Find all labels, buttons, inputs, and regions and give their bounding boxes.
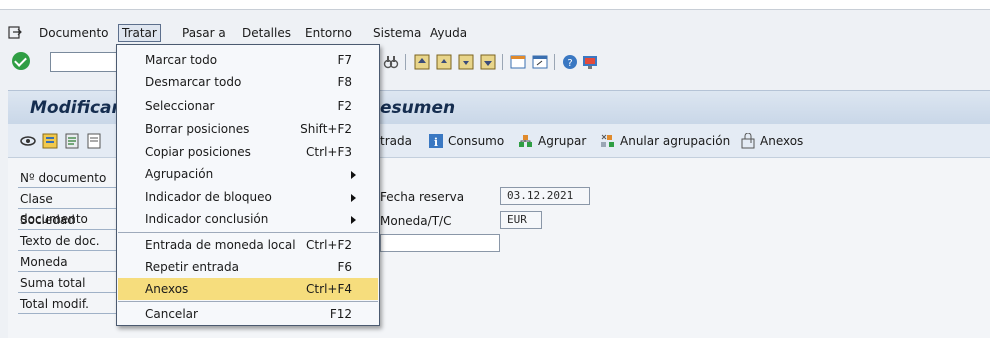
label-moneda: Moneda [18, 252, 124, 272]
menu-item-label: Desmarcar todo [145, 75, 242, 89]
svg-text:i: i [434, 136, 438, 149]
menu-item-shortcut: Ctrl+F2 [306, 238, 352, 252]
menu-item-label: Borrar posiciones [145, 122, 250, 136]
consumo-button[interactable]: i Consumo [428, 131, 504, 151]
submenu-arrow-icon [351, 216, 356, 224]
menu-separator [118, 301, 378, 302]
consumo-label: Consumo [448, 134, 505, 148]
anular-agrupacion-label: Anular agrupación [620, 134, 731, 148]
menu-item-desmarcar-todo[interactable]: Desmarcar todo F8 [118, 71, 378, 93]
menu-item-anexos[interactable]: Anexos Ctrl+F4 [118, 278, 378, 300]
document-icon[interactable] [86, 133, 102, 149]
customize-layout-icon[interactable] [582, 54, 598, 70]
toolbar-separator [502, 54, 503, 70]
previous-page-icon[interactable] [436, 54, 452, 70]
toolbar-separator [405, 54, 406, 70]
first-page-icon[interactable] [414, 54, 430, 70]
attachment-icon [741, 133, 755, 149]
window-top-border [0, 0, 990, 10]
next-page-icon[interactable] [458, 54, 474, 70]
menu-item-label: Entrada de moneda local [145, 238, 296, 252]
menu-item-shortcut: Ctrl+F3 [306, 145, 352, 159]
page-title: Modificar [30, 98, 120, 118]
find-icon[interactable] [383, 54, 399, 70]
label-moneda-tc: Moneda/T/C [380, 214, 452, 228]
menu-entorno[interactable]: Entorno [302, 24, 355, 42]
menu-item-cancelar[interactable]: Cancelar F12 [118, 303, 378, 325]
menu-item-shortcut: F12 [329, 307, 352, 321]
last-page-icon[interactable] [480, 54, 496, 70]
ok-check-icon[interactable] [12, 52, 30, 70]
label-total-modif: Total modif. [18, 294, 124, 314]
menu-item-label: Copiar posiciones [145, 145, 251, 159]
menu-item-shortcut: F2 [337, 99, 352, 113]
menu-item-shortcut: F7 [337, 53, 352, 67]
svg-text:?: ? [567, 58, 572, 69]
ungroup-icon [601, 134, 614, 147]
menu-item-indicador-bloqueo[interactable]: Indicador de bloqueo [118, 186, 378, 208]
menu-bar: Documento Tratar Pasar a Detalles Entorn… [0, 22, 990, 44]
anexos-label: Anexos [760, 134, 804, 148]
menu-ayuda[interactable]: Ayuda [427, 24, 470, 42]
new-session-icon[interactable] [510, 54, 526, 70]
menu-detalles[interactable]: Detalles [239, 24, 294, 42]
menu-item-shortcut: Shift+F2 [300, 122, 352, 136]
menu-pasar-a[interactable]: Pasar a [179, 24, 229, 42]
menu-item-label: Anexos [145, 282, 189, 296]
menu-item-seleccionar[interactable]: Seleccionar F2 [118, 95, 378, 117]
menu-item-shortcut: F8 [337, 75, 352, 89]
moneda-tc-field[interactable]: EUR [500, 211, 542, 229]
menu-sistema[interactable]: Sistema [370, 24, 424, 42]
app-menu-icon[interactable] [8, 26, 22, 40]
menu-tratar[interactable]: Tratar [118, 24, 161, 42]
menu-item-label: Indicador conclusión [145, 212, 269, 226]
label-clase-documento: Clase documento [18, 189, 124, 226]
info-icon: i [429, 134, 443, 149]
command-field[interactable] [50, 52, 120, 72]
page-title-continued: esumen [380, 98, 456, 118]
submenu-arrow-icon [351, 171, 356, 179]
label-numero-documento: Nº documento [18, 168, 124, 188]
menu-item-label: Agrupación [145, 167, 214, 181]
label-texto-doc: Texto de doc. [18, 231, 124, 251]
entrada-label: trada [380, 134, 412, 148]
menu-item-shortcut: F6 [337, 260, 352, 274]
help-icon[interactable]: ? [562, 54, 578, 70]
menu-item-label: Cancelar [145, 307, 198, 321]
label-fecha-reserva: Fecha reserva [380, 190, 465, 204]
label-suma-total: Suma total [18, 273, 124, 293]
anular-agrupacion-button[interactable]: Anular agrupación [600, 131, 730, 151]
menu-item-indicador-conclusion[interactable]: Indicador conclusión [118, 208, 378, 230]
display-change-icon[interactable] [20, 133, 36, 149]
menu-documento[interactable]: Documento [36, 24, 112, 42]
tratar-dropdown-menu: Marcar todo F7 Desmarcar todo F8 Selecci… [116, 44, 380, 326]
menu-item-borrar-posiciones[interactable]: Borrar posiciones Shift+F2 [118, 118, 378, 140]
anexos-button[interactable]: Anexos [740, 131, 803, 151]
menu-item-label: Marcar todo [145, 53, 218, 67]
menu-item-label: Repetir entrada [145, 260, 239, 274]
menu-item-agrupacion[interactable]: Agrupación [118, 163, 378, 185]
header-data-icon[interactable] [42, 133, 58, 149]
submenu-arrow-icon [351, 194, 356, 202]
agrupar-label: Agrupar [538, 134, 587, 148]
label-sociedad: Sociedad [18, 210, 124, 230]
menu-item-repetir-entrada[interactable]: Repetir entrada F6 [118, 256, 378, 278]
item-overview-icon[interactable] [64, 133, 80, 149]
group-icon [519, 135, 532, 147]
menu-item-label: Indicador de bloqueo [145, 190, 272, 204]
menu-item-label: Seleccionar [145, 99, 215, 113]
menu-item-entrada-moneda-local[interactable]: Entrada de moneda local Ctrl+F2 [118, 234, 378, 256]
menu-item-shortcut: Ctrl+F4 [306, 282, 352, 296]
agrupar-button[interactable]: Agrupar [518, 131, 586, 151]
menu-item-copiar-posiciones[interactable]: Copiar posiciones Ctrl+F3 [118, 141, 378, 163]
menu-separator [118, 232, 378, 233]
entrada-button[interactable]: trada [380, 131, 412, 151]
toolbar-separator [554, 54, 555, 70]
texto-doc-field[interactable] [380, 234, 500, 252]
menu-item-marcar-todo[interactable]: Marcar todo F7 [118, 49, 378, 71]
fecha-reserva-field[interactable]: 03.12.2021 [500, 187, 590, 205]
shortcut-icon[interactable] [532, 54, 548, 70]
